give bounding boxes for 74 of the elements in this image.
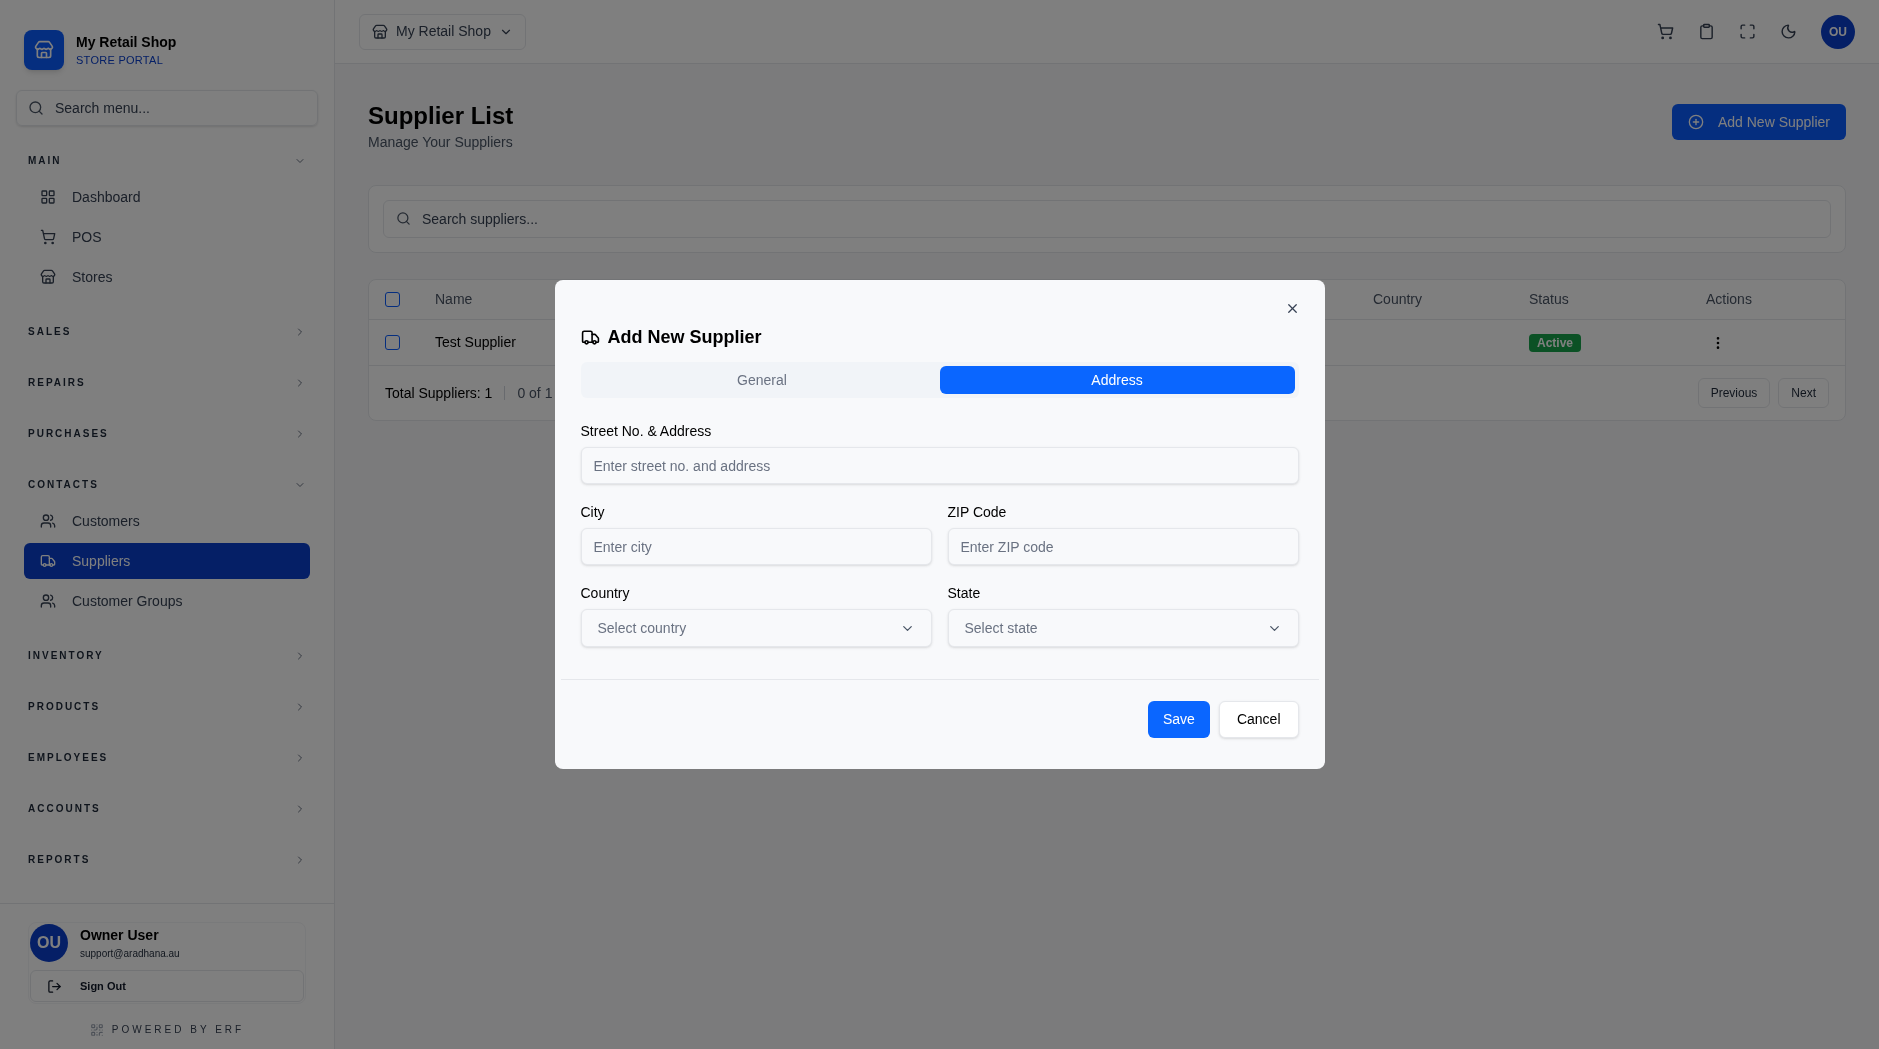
menu-section-header[interactable]: REPAIRS (24, 366, 310, 399)
pagination-range: 0 of 1 (517, 383, 553, 403)
menu-section-header[interactable]: SALES (24, 315, 310, 348)
menu-section-header[interactable]: PURCHASES (24, 417, 310, 450)
select-dropdown[interactable]: Select country (580, 609, 932, 647)
sidebar-item[interactable]: Customers (24, 503, 310, 539)
store-logo (24, 30, 64, 70)
select-dropdown[interactable]: Select state (947, 609, 1299, 647)
text-input-field[interactable]: Enter ZIP code (947, 528, 1299, 565)
table-cell-text: Test Supplier (435, 333, 516, 352)
supplier-search-field[interactable]: Search suppliers... (383, 200, 1831, 238)
powered-by-text: POWERED BY ERF (111, 1023, 245, 1037)
row-checkbox[interactable] (385, 335, 400, 350)
cart-icon[interactable] (1657, 23, 1674, 40)
search-icon (396, 211, 411, 226)
dialog-title: Add New Supplier (607, 326, 762, 349)
store-icon (40, 269, 56, 285)
menu-section-header[interactable]: ACCOUNTS (24, 792, 310, 825)
menu-section-header[interactable]: CONTACTS (24, 468, 310, 501)
sign-out-icon (47, 978, 62, 994)
menu-section-header[interactable]: REPORTS (24, 843, 310, 876)
tab[interactable]: Address (939, 366, 1295, 394)
text-input-field[interactable]: Enter street no. and address (580, 447, 1299, 484)
clipboard-icon[interactable] (1698, 23, 1715, 40)
truck-icon (580, 328, 600, 347)
sidebar-item[interactable]: POS (24, 219, 310, 255)
field-label: Street No. & Address (580, 422, 713, 441)
add-supplier-button[interactable]: Add New Supplier (1671, 104, 1846, 140)
users-icon (40, 513, 56, 529)
sidebar-item[interactable]: Suppliers (24, 543, 310, 579)
cancel-button[interactable]: Cancel (1218, 701, 1299, 738)
user-avatar[interactable]: OU (1821, 14, 1855, 49)
user-name: Owner User (80, 926, 160, 945)
menu-section-header[interactable]: EMPLOYEES (24, 741, 310, 774)
fullscreen-icon[interactable] (1739, 23, 1756, 40)
menu-section-header[interactable]: PRODUCTS (24, 690, 310, 723)
menu-section-header[interactable]: INVENTORY (24, 639, 310, 672)
field-label: Country (580, 584, 631, 603)
page-subtitle: Manage Your Suppliers (368, 133, 514, 152)
field-label: ZIP Code (947, 503, 1008, 522)
store-selector[interactable]: My Retail Shop (359, 13, 526, 50)
field-label: City (580, 503, 606, 522)
user-avatar[interactable]: OU (30, 924, 68, 962)
total-suppliers: Total Suppliers: 1 (385, 383, 493, 403)
sidebar-item[interactable]: Stores (24, 259, 310, 295)
column-header: Status (1529, 290, 1569, 309)
grid-icon (40, 189, 56, 205)
status-badge: Active (1529, 334, 1582, 352)
text-input-field[interactable]: Enter city (580, 528, 932, 565)
tab[interactable]: General (584, 366, 940, 394)
truck-icon (40, 553, 56, 569)
menu-section-header[interactable]: MAIN (24, 144, 310, 177)
previous-button[interactable]: Previous (1697, 378, 1771, 408)
moon-icon[interactable] (1780, 23, 1797, 40)
cart-icon (40, 229, 56, 245)
column-header: Country (1373, 290, 1423, 309)
save-button[interactable]: Save (1148, 701, 1210, 738)
store-icon (372, 23, 388, 40)
sign-out-button[interactable]: Sign Out (30, 970, 304, 1002)
field-label: State (947, 584, 982, 603)
users-icon (40, 593, 56, 609)
page-title: Supplier List (368, 101, 514, 131)
search-icon (28, 100, 44, 116)
select-all-checkbox[interactable] (385, 292, 400, 307)
plus-circle-icon (1687, 114, 1704, 130)
column-header: Name (435, 290, 473, 309)
column-header: Actions (1706, 290, 1752, 309)
brand-name: My Retail Shop (76, 32, 177, 52)
next-button[interactable]: Next (1778, 378, 1829, 408)
brand-subtitle: STORE PORTAL (76, 52, 165, 68)
user-email: support@aradhana.au (80, 947, 180, 961)
sidebar-item[interactable]: Customer Groups (24, 583, 310, 619)
sidebar-item[interactable]: Dashboard (24, 179, 310, 215)
menu-search-field[interactable]: Search menu... (16, 90, 318, 126)
